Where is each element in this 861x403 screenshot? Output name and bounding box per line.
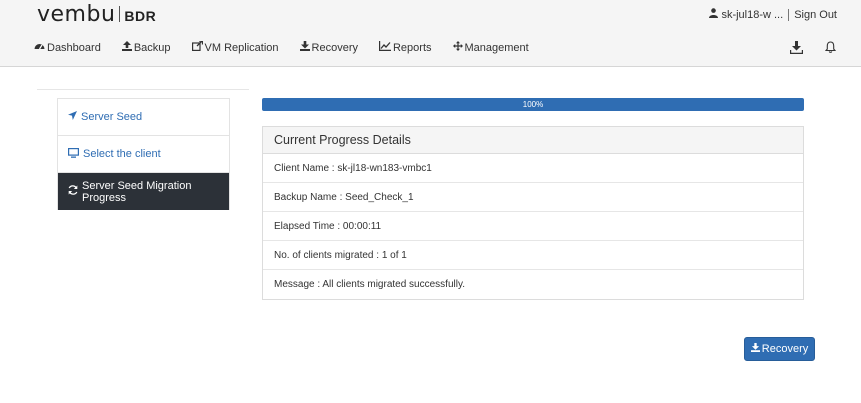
sidebar-item-label: Server Seed Migration Progress	[82, 179, 192, 204]
line-chart-icon	[378, 41, 391, 54]
main-nav: Dashboard Backup VM Replication Recovery…	[34, 40, 550, 54]
nav-management-label: Management	[464, 41, 529, 54]
detail-elapsed-time: Elapsed Time : 00:00:11	[263, 212, 803, 241]
sign-out-link[interactable]: Sign Out	[794, 9, 837, 21]
nav-vm-replication[interactable]: VM Replication	[191, 40, 279, 54]
username-link[interactable]: sk-jul18-w ...	[721, 9, 783, 21]
app-header: vembu BDR sk-jul18-w ... Sign Out Dashbo…	[0, 0, 861, 67]
nav-vm-replication-label: VM Replication	[204, 41, 279, 54]
logo-product: BDR	[124, 8, 157, 24]
monitor-icon	[68, 147, 80, 161]
external-link-icon	[191, 40, 203, 54]
topbar-divider	[788, 8, 790, 21]
nav-backup-label: Backup	[133, 41, 171, 54]
nav-backup[interactable]: Backup	[121, 41, 171, 54]
sidebar-item-server-seed[interactable]: Server Seed	[58, 99, 229, 136]
sidebar-item-migration-progress[interactable]: Server Seed Migration Progress	[58, 173, 229, 210]
nav-reports[interactable]: Reports	[378, 41, 432, 54]
download-icon	[299, 41, 310, 54]
detail-message: Message : All clients migrated successfu…	[274, 279, 466, 290]
vembu-logo[interactable]: vembu BDR	[37, 2, 157, 27]
nav-reports-label: Reports	[392, 41, 432, 54]
migration-progress-bar: 100%	[262, 98, 804, 111]
user-icon	[709, 8, 719, 21]
nav-recovery[interactable]: Recovery	[299, 41, 358, 54]
recovery-button-label: Recovery	[761, 343, 809, 355]
arrows-icon	[452, 41, 463, 54]
nav-dashboard[interactable]: Dashboard	[34, 41, 101, 54]
header-actions	[769, 40, 837, 54]
sidebar-item-select-client[interactable]: Select the client	[58, 136, 229, 173]
recovery-button[interactable]: Recovery	[744, 337, 815, 361]
bell-icon[interactable]	[823, 40, 837, 54]
detail-client-name: Client Name : sk-jl18-wn183-vmbc1	[263, 154, 803, 183]
sidebar-item-label: Select the client	[83, 148, 161, 160]
progress-details-panel: Current Progress Details Client Name : s…	[262, 126, 804, 300]
upload-icon	[121, 41, 132, 54]
nav-recovery-label: Recovery	[311, 41, 358, 54]
wizard-sidebar: Server Seed Select the client Server See…	[57, 98, 230, 210]
progress-label: 100%	[522, 100, 544, 109]
detail-clients-migrated: No. of clients migrated : 1 of 1	[263, 241, 803, 270]
user-menu: sk-jul18-w ... Sign Out	[709, 8, 837, 21]
detail-backup-name: Backup Name : Seed_Check_1	[263, 183, 803, 212]
logo-word: vembu	[37, 2, 116, 27]
nav-dashboard-label: Dashboard	[47, 41, 101, 54]
content-divider	[37, 89, 249, 90]
sidebar-item-label: Server Seed	[81, 111, 143, 123]
panel-title: Current Progress Details	[263, 127, 803, 154]
dashboard-icon	[34, 41, 45, 54]
nav-management[interactable]: Management	[452, 41, 529, 54]
logo-divider	[119, 6, 121, 22]
download-icon	[750, 343, 760, 355]
location-arrow-icon	[68, 111, 77, 123]
download-tray-icon[interactable]	[789, 40, 803, 54]
refresh-icon	[68, 185, 78, 198]
